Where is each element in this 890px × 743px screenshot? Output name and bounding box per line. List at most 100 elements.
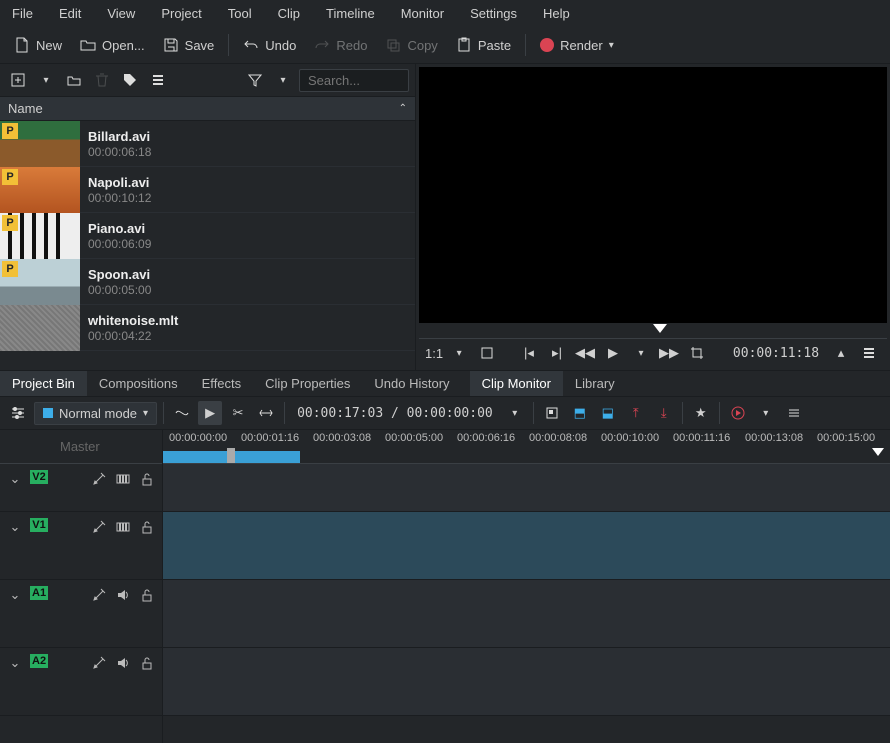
bin-item[interactable]: P Spoon.avi 00:00:05:00 [0, 259, 415, 305]
folder-add-button[interactable] [62, 68, 86, 92]
tab-project-bin[interactable]: Project Bin [0, 371, 87, 396]
track-header[interactable]: ⌄ A1 [0, 580, 162, 648]
track-header[interactable]: ⌄ V1 [0, 512, 162, 580]
hide-track-button[interactable] [114, 470, 132, 488]
lock-track-button[interactable] [138, 518, 156, 536]
tc-step-up[interactable]: ▴ [829, 341, 853, 365]
preview-render-button[interactable] [726, 401, 750, 425]
bin-item[interactable]: P Piano.avi 00:00:06:09 [0, 213, 415, 259]
timeline-timecode[interactable]: 00:00:17:03 / 00:00:00:00 [291, 406, 499, 421]
monitor-scale[interactable]: 1:1 [425, 346, 443, 361]
tc-dropdown[interactable]: ▾ [503, 401, 527, 425]
tab-effects[interactable]: Effects [190, 371, 254, 396]
crop-button[interactable] [685, 341, 709, 365]
favorite-button[interactable]: ★ [689, 401, 713, 425]
edit-mode-select[interactable]: Normal mode ▾ [34, 402, 157, 425]
preview-dropdown[interactable]: ▾ [754, 401, 778, 425]
lock-track-button[interactable] [138, 654, 156, 672]
track-lane[interactable] [163, 464, 890, 512]
ruler-tick: 00:00:10:00 [601, 432, 659, 444]
add-clip-dropdown[interactable]: ▾ [34, 68, 58, 92]
menu-file[interactable]: File [8, 4, 37, 23]
menu-timeline[interactable]: Timeline [322, 4, 379, 23]
track-header[interactable]: ⌄ V2 [0, 464, 162, 512]
lift-button[interactable]: ⤓ [652, 401, 676, 425]
track-lane[interactable] [163, 648, 890, 716]
insert-button[interactable]: ⬒ [568, 401, 592, 425]
play-button[interactable]: ▶ [601, 341, 625, 365]
lock-track-button[interactable] [138, 586, 156, 604]
bin-item[interactable]: P Napoli.avi 00:00:10:12 [0, 167, 415, 213]
collapse-track-button[interactable]: ⌄ [6, 518, 24, 536]
menu-view[interactable]: View [103, 4, 139, 23]
collapse-track-button[interactable]: ⌄ [6, 470, 24, 488]
forward-button[interactable]: ▶▶ [657, 341, 681, 365]
tab-undo-history[interactable]: Undo History [362, 371, 461, 396]
menu-clip[interactable]: Clip [274, 4, 304, 23]
tab-clip-monitor[interactable]: Clip Monitor [470, 371, 563, 396]
tab-clip-properties[interactable]: Clip Properties [253, 371, 362, 396]
timeline-config-button[interactable] [782, 401, 806, 425]
bin-column-header[interactable]: Name ⌃ [0, 96, 415, 121]
filter-dropdown[interactable]: ▾ [271, 68, 295, 92]
add-clip-button[interactable] [6, 68, 30, 92]
monitor-timecode[interactable]: 00:00:11:18 [727, 346, 825, 361]
tab-compositions[interactable]: Compositions [87, 371, 190, 396]
bin-item[interactable]: whitenoise.mlt 00:00:04:22 [0, 305, 415, 351]
menu-settings[interactable]: Settings [466, 4, 521, 23]
razor-tool-button[interactable]: ✂ [226, 401, 250, 425]
menu-edit[interactable]: Edit [55, 4, 85, 23]
play-dropdown[interactable]: ▾ [629, 341, 653, 365]
zone-handle[interactable] [227, 448, 235, 463]
open-button[interactable]: Open... [74, 33, 151, 57]
overwrite-button[interactable]: ⬓ [596, 401, 620, 425]
mute-track-button[interactable] [114, 586, 132, 604]
effects-track-button[interactable] [90, 518, 108, 536]
filter-button[interactable] [243, 68, 267, 92]
monitor-viewport[interactable] [419, 67, 887, 323]
save-button[interactable]: Save [157, 33, 221, 57]
composition-button[interactable] [170, 401, 194, 425]
playhead-indicator-icon[interactable] [872, 448, 884, 463]
track-lane[interactable] [163, 512, 890, 580]
pointer-tool-button[interactable]: ▶ [198, 401, 222, 425]
effects-track-button[interactable] [90, 470, 108, 488]
scale-dropdown[interactable]: ▾ [447, 341, 471, 365]
bin-item[interactable]: P Billard.avi 00:00:06:18 [0, 121, 415, 167]
search-input[interactable] [299, 69, 409, 92]
rewind-button[interactable]: ◀◀ [573, 341, 597, 365]
tag-button[interactable] [118, 68, 142, 92]
render-button[interactable]: Render ▾ [534, 34, 620, 57]
paste-label: Paste [478, 38, 511, 53]
hide-track-button[interactable] [114, 518, 132, 536]
timeline-settings-button[interactable] [6, 401, 30, 425]
effects-track-button[interactable] [90, 586, 108, 604]
track-header[interactable]: ⌄ A2 [0, 648, 162, 716]
tab-library[interactable]: Library [563, 371, 627, 396]
menu-help[interactable]: Help [539, 4, 574, 23]
project-bin-panel: ▾ ▾ Name ⌃ P Billard.avi 00:00:06:18P Na… [0, 64, 416, 370]
menu-project[interactable]: Project [157, 4, 205, 23]
lock-track-button[interactable] [138, 470, 156, 488]
spacer-tool-button[interactable] [254, 401, 278, 425]
in-out-icon[interactable] [475, 341, 499, 365]
playhead-icon[interactable] [653, 324, 667, 333]
menu-tool[interactable]: Tool [224, 4, 256, 23]
mute-track-button[interactable] [114, 654, 132, 672]
monitor-scrubber[interactable] [419, 325, 887, 339]
goto-end-button[interactable]: ▸| [545, 341, 569, 365]
menu-monitor[interactable]: Monitor [397, 4, 448, 23]
new-button[interactable]: New [8, 33, 68, 57]
monitor-menu-button[interactable] [857, 341, 881, 365]
menu-button[interactable] [146, 68, 170, 92]
effects-track-button[interactable] [90, 654, 108, 672]
mix-button[interactable] [540, 401, 564, 425]
collapse-track-button[interactable]: ⌄ [6, 654, 24, 672]
extract-button[interactable]: ⤒ [624, 401, 648, 425]
undo-button[interactable]: Undo [237, 33, 302, 57]
timeline-ruler[interactable]: 00:00:00:0000:00:01:1600:00:03:0800:00:0… [163, 430, 890, 464]
collapse-track-button[interactable]: ⌄ [6, 586, 24, 604]
paste-button[interactable]: Paste [450, 33, 517, 57]
track-lane[interactable] [163, 580, 890, 648]
goto-start-button[interactable]: |◂ [517, 341, 541, 365]
